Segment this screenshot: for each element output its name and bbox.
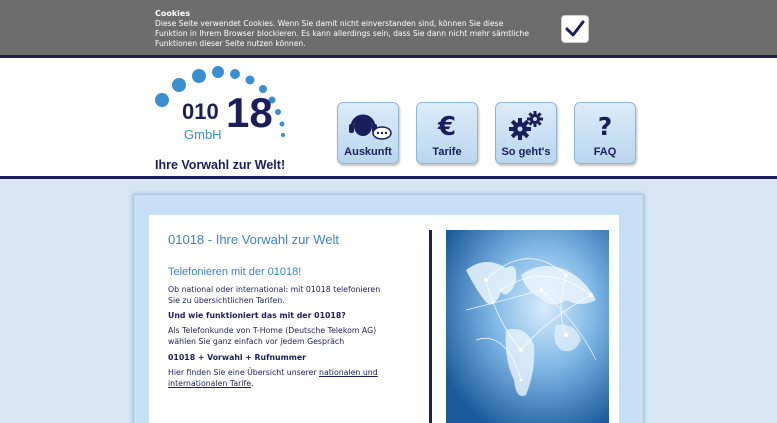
nav-so-gehts-button[interactable]: So geht's [495,102,557,164]
explanation-text: Als Telefonkunde von T-Home (Deutsche Te… [168,326,377,346]
cookie-message: Diese Seite verwendet Cookies. Wenn Sie … [155,19,530,48]
nav-faq-button[interactable]: ? FAQ [574,102,636,164]
section-heading: Telefonieren mit der 01018! [168,266,302,278]
overview-suffix: . [251,379,254,388]
nav-auskunft-button[interactable]: Auskunft [337,102,399,164]
logo-number: 18 [226,89,273,136]
logo[interactable]: 010 18 GmbH [150,61,295,151]
checkmark-icon [565,20,585,37]
dial-formula: 01018 + Vorwahl + Rufnummer [168,353,306,362]
header-bottom-rule [0,176,777,179]
main-text: 01018 - Ihre Vorwahl zur Welt Telefonier… [168,232,394,389]
euro-icon: € [417,109,477,141]
globe-image [446,230,609,423]
tagline: Ihre Vorwahl zur Welt! [155,158,286,172]
question-mark-icon: ? [575,109,635,141]
svg-text:€: € [437,112,456,140]
cookie-title: Cookies [155,9,191,18]
globe-network-icon [446,230,609,423]
headset-chat-icon [338,109,398,141]
intro-text: Ob national oder international: mit 0101… [168,285,381,305]
cookie-accept-button[interactable] [561,15,589,43]
nav-tarife-button[interactable]: € Tarife [416,102,478,164]
logo-dots-icon [155,66,285,137]
svg-text:?: ? [598,112,613,140]
nav-label: FAQ [593,146,617,158]
gears-icon [496,109,556,141]
column-divider [429,230,432,423]
nav-label: So geht's [501,146,551,158]
nav-label: Tarife [432,146,462,158]
nav-label: Auskunft [344,146,392,158]
overview-prefix: Hier finden Sie eine Übersicht unserer [168,368,320,377]
cookie-text: Cookies Diese Seite verwendet Cookies. W… [155,9,535,49]
logo-prefix: 010 [182,99,219,124]
page-title: 01018 - Ihre Vorwahl zur Welt [168,232,340,247]
question-text: Und wie funktioniert das mit der 01018? [168,311,346,320]
cookie-banner: Cookies Diese Seite verwendet Cookies. W… [0,0,777,55]
logo-company: GmbH [184,127,222,142]
overview-text: Hier finden Sie eine Übersicht unserer n… [168,367,394,389]
site-header: 010 18 GmbH Ihre Vorwahl zur Welt! Ausku… [0,58,777,176]
